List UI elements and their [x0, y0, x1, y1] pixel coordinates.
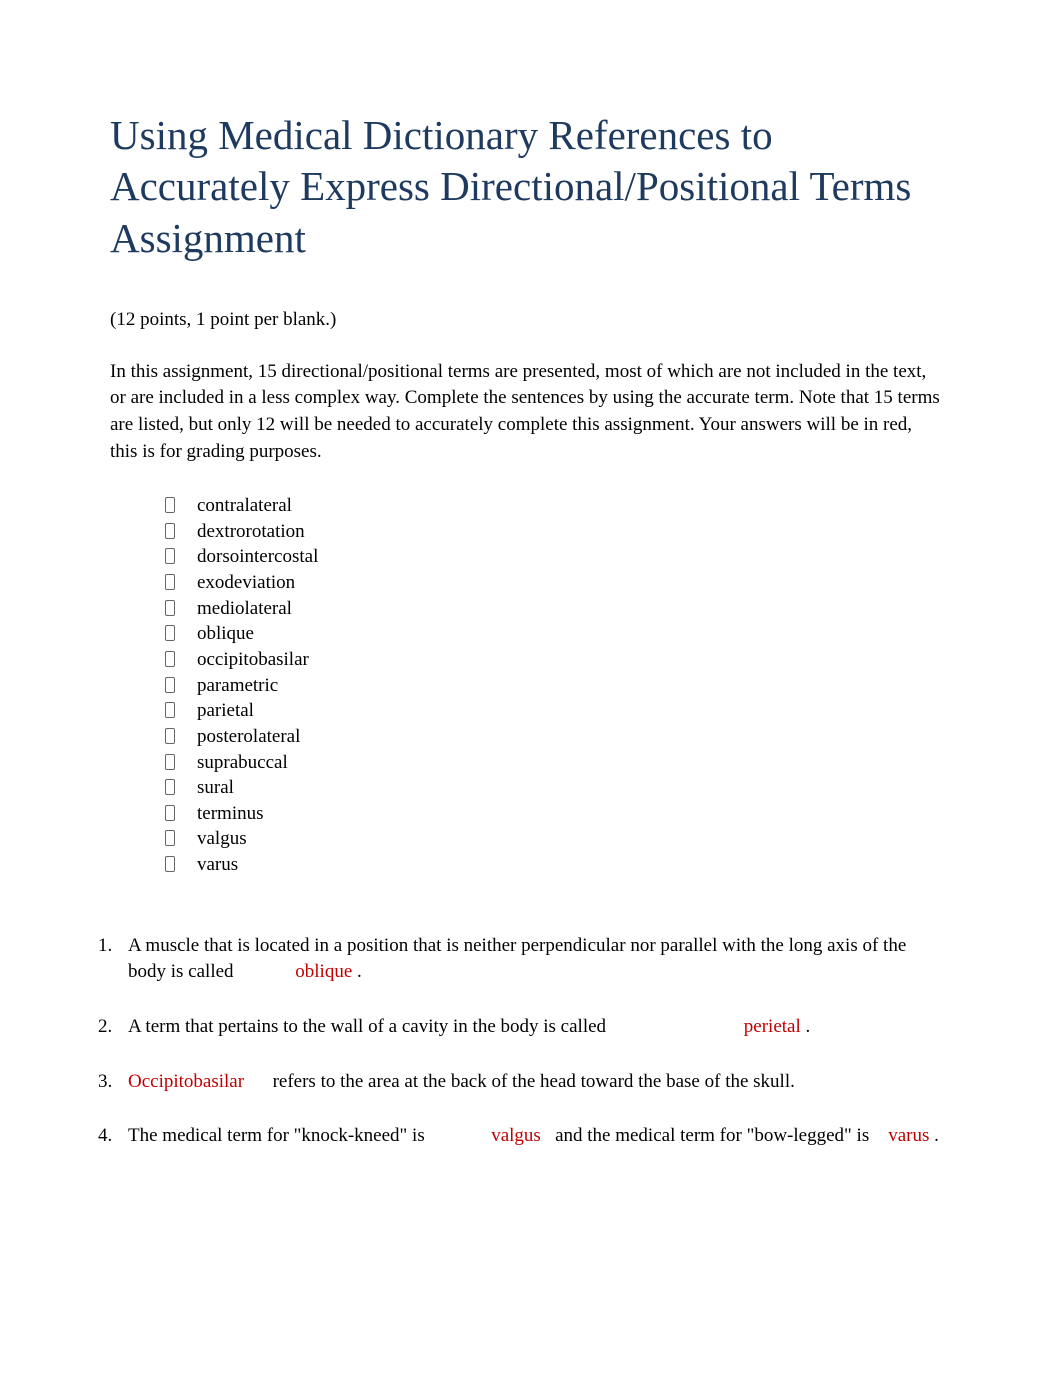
points-note: (12 points, 1 point per blank.) — [110, 309, 942, 331]
page-title: Using Medical Dictionary References to A… — [110, 110, 942, 264]
question-text: A muscle that is located in a position t… — [128, 935, 906, 983]
answer-text: varus — [888, 1125, 929, 1146]
list-item: exodeviation — [165, 570, 942, 596]
question-text: . — [352, 961, 362, 982]
question-text: The medical term for "knock-kneed" is — [128, 1125, 429, 1146]
list-item: dextrorotation — [165, 519, 942, 545]
list-item: terminus — [165, 801, 942, 827]
answer-text: Occipitobasilar — [128, 1071, 244, 1092]
list-item: varus — [165, 852, 942, 878]
question-3: Occipitobasilar refers to the area at th… — [98, 1069, 942, 1096]
question-2: A term that pertains to the wall of a ca… — [98, 1014, 942, 1041]
terms-list: contralateral dextrorotation dorsointerc… — [165, 493, 942, 878]
question-4: The medical term for "knock-kneed" is va… — [98, 1123, 942, 1150]
list-item: posterolateral — [165, 724, 942, 750]
list-item: mediolateral — [165, 596, 942, 622]
question-text: A term that pertains to the wall of a ca… — [128, 1016, 611, 1037]
question-text: refers to the area at the back of the he… — [268, 1071, 795, 1092]
question-text: . — [801, 1016, 811, 1037]
list-item: suprabuccal — [165, 750, 942, 776]
question-1: A muscle that is located in a position t… — [98, 933, 942, 986]
answer-text: perietal — [744, 1016, 801, 1037]
answer-text: oblique — [295, 961, 352, 982]
list-item: valgus — [165, 826, 942, 852]
list-item: parametric — [165, 673, 942, 699]
list-item: sural — [165, 775, 942, 801]
list-item: dorsointercostal — [165, 544, 942, 570]
question-text: and the medical term for "bow-legged" is — [550, 1125, 874, 1146]
list-item: oblique — [165, 621, 942, 647]
list-item: parietal — [165, 698, 942, 724]
intro-paragraph: In this assignment, 15 directional/posit… — [110, 359, 942, 465]
question-text: . — [929, 1125, 939, 1146]
answer-text: valgus — [491, 1125, 541, 1146]
questions-list: A muscle that is located in a position t… — [110, 933, 942, 1150]
list-item: contralateral — [165, 493, 942, 519]
list-item: occipitobasilar — [165, 647, 942, 673]
